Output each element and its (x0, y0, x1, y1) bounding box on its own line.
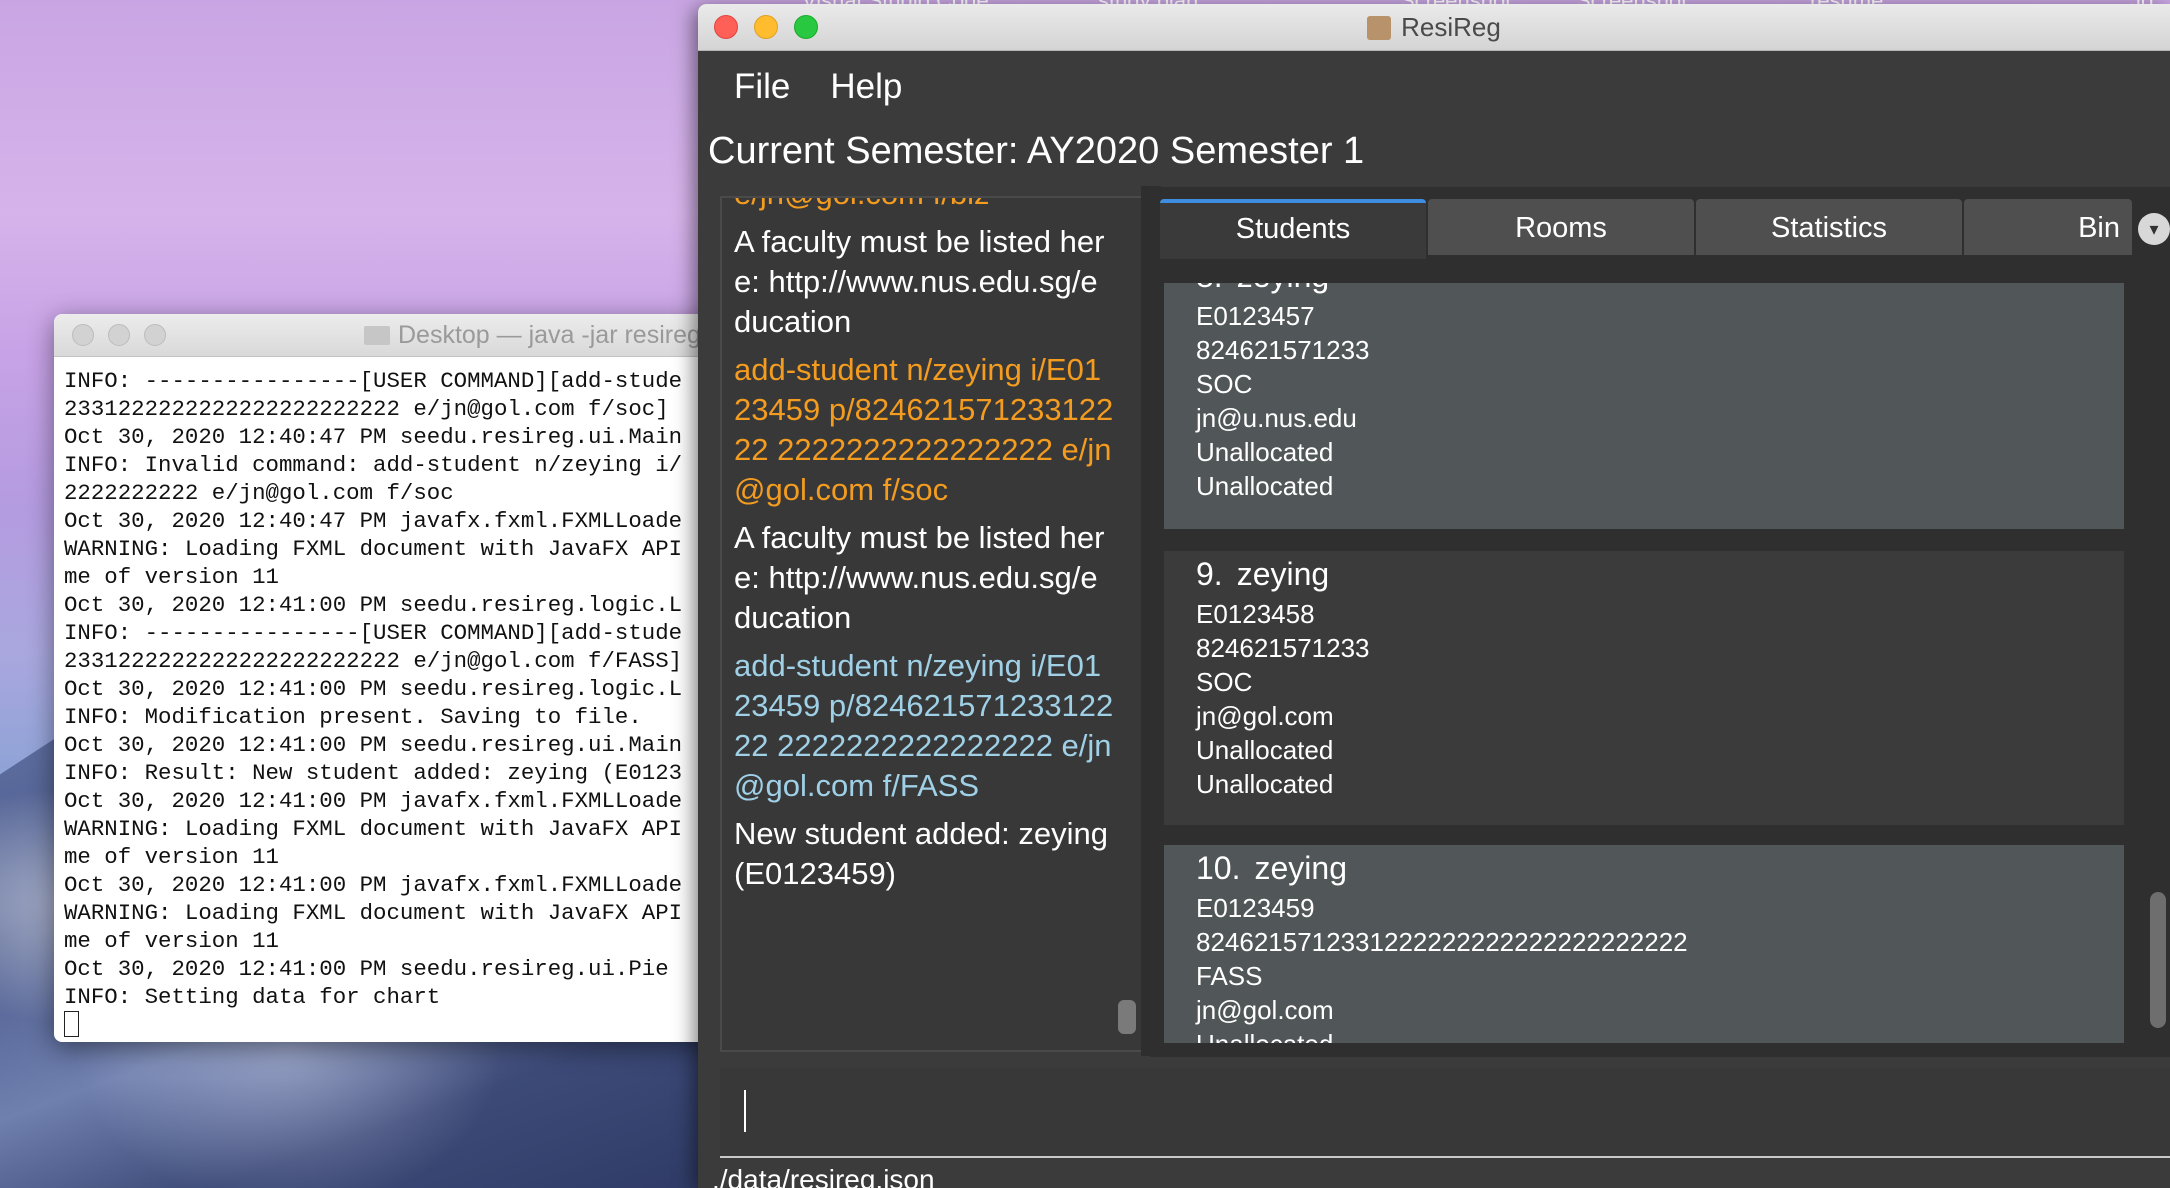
student-faculty: SOC (1196, 369, 1253, 399)
student-phone: 824621571233 (1196, 633, 1370, 663)
student-index: 8. (1196, 283, 1223, 294)
command-box[interactable] (720, 1068, 2170, 1158)
student-card[interactable]: 9. zeying E0123458 824621571233 SOC jn@gol.co… (1164, 551, 2124, 825)
menu-help[interactable]: Help (830, 67, 902, 107)
student-room: Unallocated (1196, 437, 1334, 467)
student-email: jn@gol.com (1196, 701, 1334, 731)
student-name-text: zeying (1254, 850, 1347, 886)
result-message: add-student n/zeying i/E0123459 p/824621… (734, 648, 1114, 803)
menu-file[interactable]: File (734, 67, 790, 107)
result-display[interactable]: e/jn@gol.com f/biz A faculty must be list… (720, 196, 1144, 1052)
app-icon (1367, 15, 1392, 40)
result-message: e/jn@gol.com f/biz (734, 198, 1114, 214)
terminal-line: INFO: Result: New student added: zeying … (64, 760, 683, 786)
student-email: jn@u.nus.edu (1196, 403, 1357, 433)
chevron-down-icon[interactable]: ▾ (2138, 213, 2170, 245)
tab-bin[interactable]: Bin (1964, 199, 2132, 255)
terminal-line: INFO: ----------------[USER COMMAND][add… (64, 620, 683, 646)
current-semester-label: Current Semester: AY2020 Semester 1 (708, 130, 1365, 172)
terminal-line: me of version 11 (64, 844, 279, 870)
terminal-output[interactable]: INFO: ----------------[USER COMMAND][add… (54, 357, 754, 1040)
result-list: e/jn@gol.com f/biz A faculty must be list… (734, 198, 1114, 902)
result-scrollbar[interactable] (1118, 1000, 1136, 1034)
terminal-line: Oct 30, 2020 12:41:00 PM seedu.resireg.u… (64, 732, 683, 758)
result-message: New student added: zeying (E0123459) (734, 816, 1108, 891)
terminal-line: WARNING: Loading FXML document with Java… (64, 900, 683, 926)
folder-icon (364, 325, 390, 345)
student-index: 10. (1196, 850, 1241, 886)
student-id: E0123459 (1196, 893, 1315, 923)
terminal-window[interactable]: Desktop — java -jar resireg INFO: ------… (54, 314, 754, 1042)
student-status: Unallocated (1196, 471, 1334, 501)
tab-students[interactable]: Students (1160, 199, 1426, 259)
tab-pane: Students Rooms Statistics Bin ▾ 8. zeying… (1150, 187, 2170, 1057)
student-name-text: zeying (1237, 283, 1330, 294)
terminal-line: Oct 30, 2020 12:41:00 PM seedu.resireg.u… (64, 956, 669, 982)
terminal-line: WARNING: Loading FXML document with Java… (64, 816, 683, 842)
command-input[interactable] (744, 1090, 746, 1132)
student-list[interactable]: 8. zeying E0123457 824621571233 SOC jn@u.nus.… (1164, 283, 2124, 1043)
result-message: A faculty must be listed here: http://ww… (734, 224, 1105, 339)
student-card[interactable]: 8. zeying E0123457 824621571233 SOC jn@u.nus.… (1164, 283, 2124, 529)
terminal-line: Oct 30, 2020 12:41:00 PM seedu.resireg.l… (64, 592, 683, 618)
terminal-cursor (64, 1011, 79, 1037)
student-status: Unallocated (1196, 769, 1334, 799)
terminal-line: 2222222222 e/jn@gol.com f/soc (64, 480, 454, 506)
student-faculty: SOC (1196, 667, 1253, 697)
student-email: jn@gol.com (1196, 995, 1334, 1025)
app-titlebar[interactable]: ResiReg (698, 4, 2170, 51)
student-name: 9. zeying (1196, 551, 2124, 597)
student-index: 9. (1196, 556, 1223, 592)
status-bar-path: ./data/resireg.json (712, 1164, 935, 1188)
terminal-line: Oct 30, 2020 12:40:47 PM seedu.resireg.u… (64, 424, 683, 450)
terminal-line: INFO: ----------------[USER COMMAND][add… (64, 368, 683, 394)
student-name: 10. zeying (1196, 845, 2124, 891)
result-message: add-student n/zeying i/E0123459 p/824621… (734, 352, 1114, 507)
menu-bar: File Help (698, 51, 2170, 123)
student-id: E0123457 (1196, 301, 1315, 331)
terminal-line: Oct 30, 2020 12:40:47 PM javafx.fxml.FXM… (64, 508, 683, 534)
app-title: ResiReg (1401, 11, 1501, 42)
terminal-line: 2331222222222222222222222 e/jn@gol.com f… (64, 648, 683, 674)
student-phone: 8246215712331222222222222222222222 (1196, 927, 1688, 957)
student-faculty: FASS (1196, 961, 1263, 991)
student-id: E0123458 (1196, 599, 1315, 629)
terminal-line: INFO: Modification present. Saving to fi… (64, 704, 642, 730)
tab-rooms[interactable]: Rooms (1428, 199, 1694, 255)
resireg-window[interactable]: ResiReg File Help Current Semester: AY20… (698, 4, 2170, 1188)
tab-statistics[interactable]: Statistics (1696, 199, 1962, 255)
student-room: Unallocated (1196, 735, 1334, 765)
terminal-line: INFO: Setting data for chart (64, 984, 441, 1010)
terminal-line: INFO: Invalid command: add-student n/zey… (64, 452, 683, 478)
terminal-line: Oct 30, 2020 12:41:00 PM javafx.fxml.FXM… (64, 788, 683, 814)
terminal-title: Desktop — java -jar resireg (398, 320, 701, 349)
student-name-text: zeying (1236, 556, 1330, 592)
student-name: 8. zeying (1196, 283, 2124, 299)
terminal-line: 2331222222222222222222222 e/jn@gol.com f… (64, 396, 669, 422)
terminal-line: Oct 30, 2020 12:41:00 PM javafx.fxml.FXM… (64, 872, 683, 898)
terminal-line: WARNING: Loading FXML document with Java… (64, 536, 683, 562)
tab-bar: Students Rooms Statistics Bin ▾ (1150, 199, 2170, 259)
student-card[interactable]: 10. zeying E0123459 82462157123312222222222… (1164, 845, 2124, 1043)
student-room: Unallocated (1196, 1027, 2124, 1043)
result-message: A faculty must be listed here: http://ww… (734, 520, 1105, 635)
terminal-titlebar[interactable]: Desktop — java -jar resireg (54, 314, 754, 357)
student-list-scrollbar[interactable] (2150, 892, 2166, 1028)
terminal-line: me of version 11 (64, 564, 279, 590)
terminal-line: Oct 30, 2020 12:41:00 PM seedu.resireg.l… (64, 676, 683, 702)
student-phone: 824621571233 (1196, 335, 1370, 365)
terminal-line: me of version 11 (64, 928, 279, 954)
